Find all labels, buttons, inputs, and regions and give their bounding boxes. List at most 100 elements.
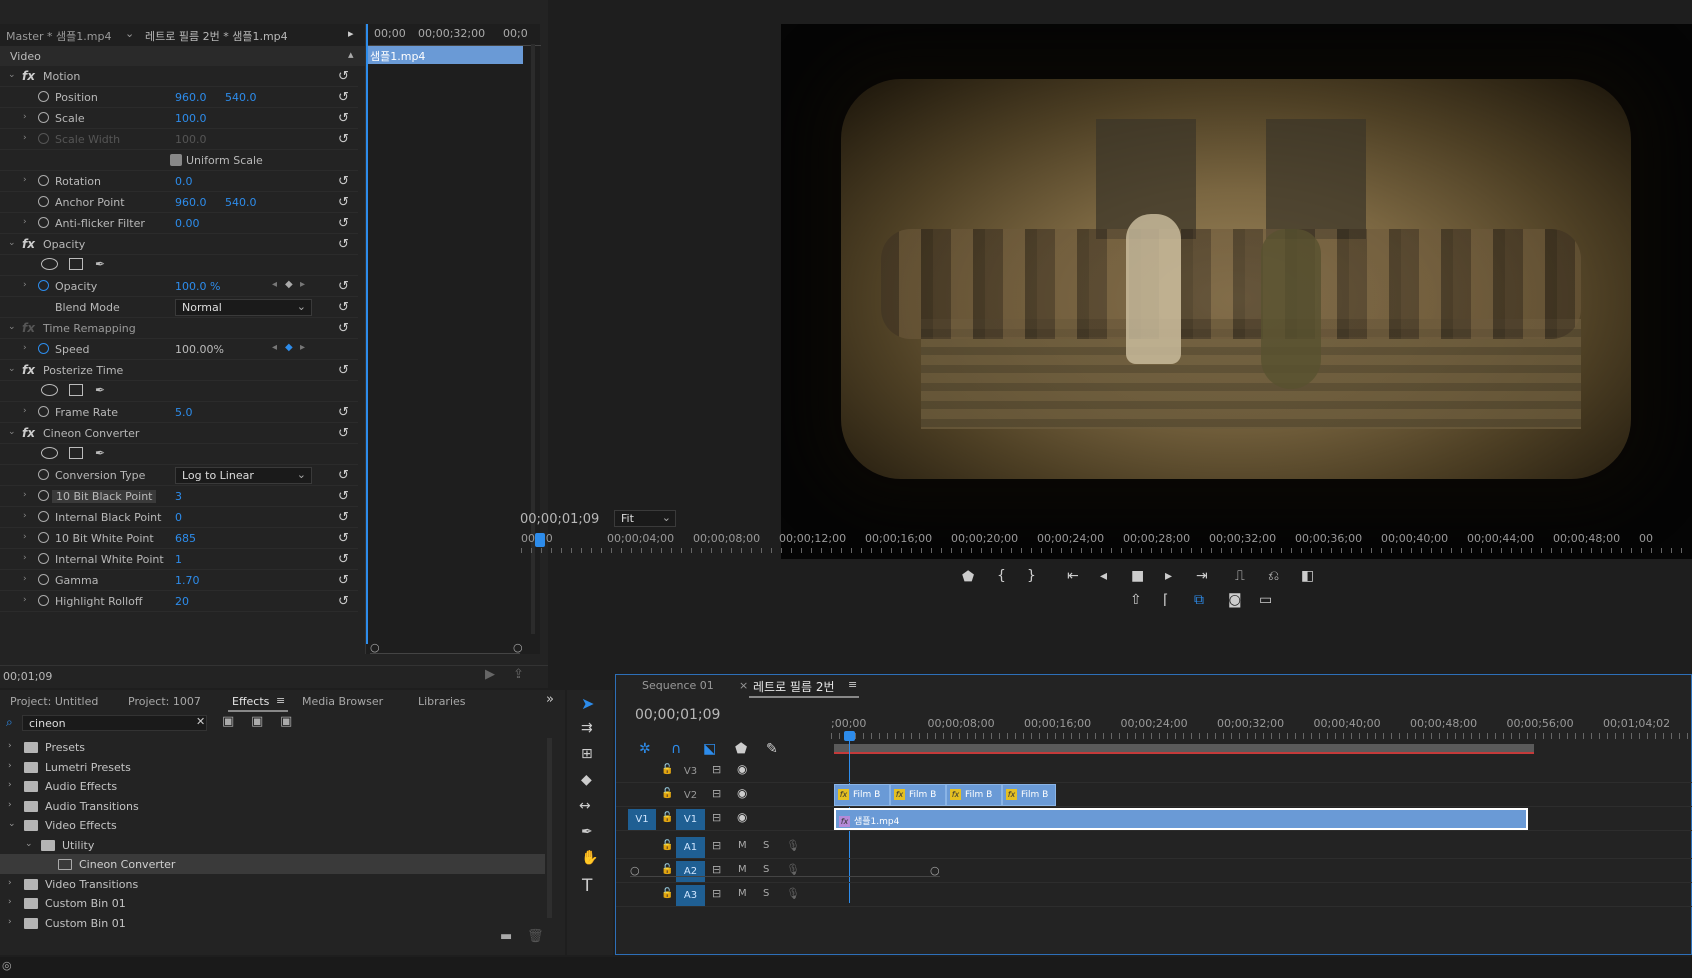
timeline-scrollbar[interactable]: ○ ○	[630, 864, 940, 877]
32bit-effects-icon[interactable]: ▣	[251, 714, 263, 729]
twirl-closed-icon[interactable]: ›	[8, 917, 12, 927]
reset-icon[interactable]: ↺	[338, 531, 349, 546]
tab-retro-film[interactable]: 레트로 필름 2번	[753, 678, 835, 695]
add-keyframe-icon[interactable]: ◆	[285, 342, 293, 353]
twirl-closed-icon[interactable]: ›	[23, 532, 27, 542]
twirl-closed-icon[interactable]: ›	[8, 741, 12, 751]
reset-icon[interactable]: ↺	[338, 195, 349, 210]
show-timeline-icon[interactable]: ▸	[348, 27, 354, 40]
ellipse-mask-icon[interactable]	[41, 258, 58, 270]
param-value-2[interactable]: 540.0	[225, 196, 257, 209]
track-label[interactable]: V1	[676, 809, 705, 830]
nest-toggle-icon[interactable]: ✲	[639, 741, 651, 757]
stop-icon[interactable]: ■	[1131, 568, 1144, 584]
twirl-open-icon[interactable]: ⌄	[8, 70, 16, 80]
razor-tool-icon[interactable]: ◆	[581, 772, 592, 788]
adjustment-clip[interactable]: fx Film B	[890, 784, 946, 806]
delete-icon[interactable]: 🗑	[527, 929, 544, 944]
scroll-handle-right[interactable]: ○	[513, 641, 523, 654]
twirl-closed-icon[interactable]: ›	[23, 217, 27, 227]
solo-button[interactable]: S	[763, 840, 769, 851]
reset-icon[interactable]: ↺	[338, 426, 349, 441]
stopwatch-icon[interactable]	[38, 280, 49, 291]
reset-icon[interactable]: ↺	[338, 174, 349, 189]
ec-mini-ruler[interactable]: 00;00 00;00;32;00 00;0	[366, 24, 541, 46]
snap-icon[interactable]: ∩	[671, 741, 681, 757]
adjustment-clip[interactable]: fx Film B	[834, 784, 890, 806]
param-value[interactable]: 100.0	[175, 133, 207, 146]
reset-icon[interactable]: ↺	[338, 321, 349, 336]
twirl-closed-icon[interactable]: ›	[23, 175, 27, 185]
twirl-closed-icon[interactable]: ›	[23, 406, 27, 416]
solo-button[interactable]: S	[763, 888, 769, 899]
stopwatch-icon[interactable]	[38, 574, 49, 585]
add-marker-icon[interactable]: ⬟	[962, 569, 974, 585]
add-marker-icon[interactable]: ⬟	[735, 741, 747, 757]
go-to-in-icon[interactable]: ⇤	[1067, 568, 1079, 584]
bins-scrollbar[interactable]	[547, 738, 552, 918]
filter-play-icon[interactable]: ▶	[485, 667, 495, 682]
twirl-closed-icon[interactable]: ›	[8, 878, 12, 888]
slip-tool-icon[interactable]: ↔	[579, 798, 591, 814]
extract-icon[interactable]: ⎌	[1268, 568, 1279, 584]
param-dropdown[interactable]: Normal ⌄	[175, 299, 312, 316]
reset-icon[interactable]: ↺	[338, 510, 349, 525]
twirl-closed-icon[interactable]: ›	[8, 800, 12, 810]
stopwatch-icon[interactable]	[38, 532, 49, 543]
new-bin-icon[interactable]: ▬	[500, 929, 512, 944]
program-playhead[interactable]	[535, 533, 545, 547]
panel-menu-icon[interactable]: ≡	[276, 694, 285, 707]
prev-keyframe-icon[interactable]: ◂	[272, 279, 277, 290]
vr-view-icon[interactable]: ▭	[1259, 592, 1272, 608]
uniform-scale-checkbox[interactable]	[170, 154, 182, 166]
twirl-closed-icon[interactable]: ›	[8, 761, 12, 771]
mic-icon[interactable]: 🎙	[786, 887, 800, 900]
adjustment-clip[interactable]: fx Film B	[1002, 784, 1056, 806]
video-clip[interactable]: fx 샘플1.mp4	[834, 808, 1528, 830]
eye-icon[interactable]: ◉	[737, 762, 747, 776]
mini-scrollbar[interactable]: ○ ○	[370, 641, 523, 654]
twirl-closed-icon[interactable]: ›	[23, 343, 27, 353]
linked-selection-icon[interactable]: ⬕	[703, 741, 716, 757]
stopwatch-icon[interactable]	[38, 406, 49, 417]
param-value[interactable]: 0.00	[175, 217, 200, 230]
twirl-open-icon[interactable]: ⌄	[8, 238, 16, 248]
tab-sequence-01[interactable]: Sequence 01	[642, 679, 714, 692]
bin-item[interactable]: › Presets	[0, 737, 545, 757]
collapse-icon[interactable]: ▴	[348, 48, 354, 61]
reset-icon[interactable]: ↺	[338, 573, 349, 588]
playhead-handle[interactable]	[844, 731, 855, 741]
mark-in-icon[interactable]: {	[997, 568, 1006, 584]
bin-item[interactable]: ⌄ Utility	[0, 835, 545, 855]
yuv-effects-icon[interactable]: ▣	[280, 714, 292, 729]
reset-icon[interactable]: ↺	[338, 300, 349, 315]
program-timecode[interactable]: 00;00;01;09	[520, 512, 599, 527]
master-dropdown-icon[interactable]: ⌄	[125, 27, 134, 40]
fx-badge-icon[interactable]: fx	[22, 321, 35, 335]
zoom-select[interactable]: Fit ⌄	[614, 510, 676, 527]
mini-playhead[interactable]	[366, 24, 368, 644]
twirl-open-icon[interactable]: ⌄	[25, 839, 33, 849]
param-dropdown[interactable]: Log to Linear ⌄	[175, 467, 312, 484]
rect-mask-icon[interactable]	[69, 258, 83, 270]
stopwatch-icon[interactable]	[38, 133, 49, 144]
twirl-open-icon[interactable]: ⌄	[8, 819, 16, 829]
tab-media-browser[interactable]: Media Browser	[302, 695, 383, 708]
tl-scroll-right[interactable]: ○	[930, 864, 940, 877]
scroll-handle-left[interactable]: ○	[370, 641, 380, 654]
param-value[interactable]: 20	[175, 595, 189, 608]
close-tab-icon[interactable]: ×	[739, 679, 748, 692]
lock-icon[interactable]: 🔓	[661, 812, 673, 823]
reset-icon[interactable]: ↺	[338, 489, 349, 504]
param-value[interactable]: 100.00%	[175, 343, 224, 356]
clear-search-icon[interactable]: ✕	[196, 715, 205, 728]
lock-icon[interactable]: 🔓	[661, 888, 673, 899]
stopwatch-icon[interactable]	[38, 112, 49, 123]
reset-icon[interactable]: ↺	[338, 405, 349, 420]
lock-icon[interactable]: 🔓	[661, 840, 673, 851]
panel-menu-icon[interactable]: ≡	[848, 678, 857, 691]
reset-icon[interactable]: ↺	[338, 132, 349, 147]
sync-lock-icon[interactable]: ⊟	[712, 763, 721, 776]
tab-effects[interactable]: Effects	[232, 695, 269, 708]
sequence-clip-label[interactable]: 레트로 필름 2번 * 샘플1.mp4	[145, 28, 288, 44]
